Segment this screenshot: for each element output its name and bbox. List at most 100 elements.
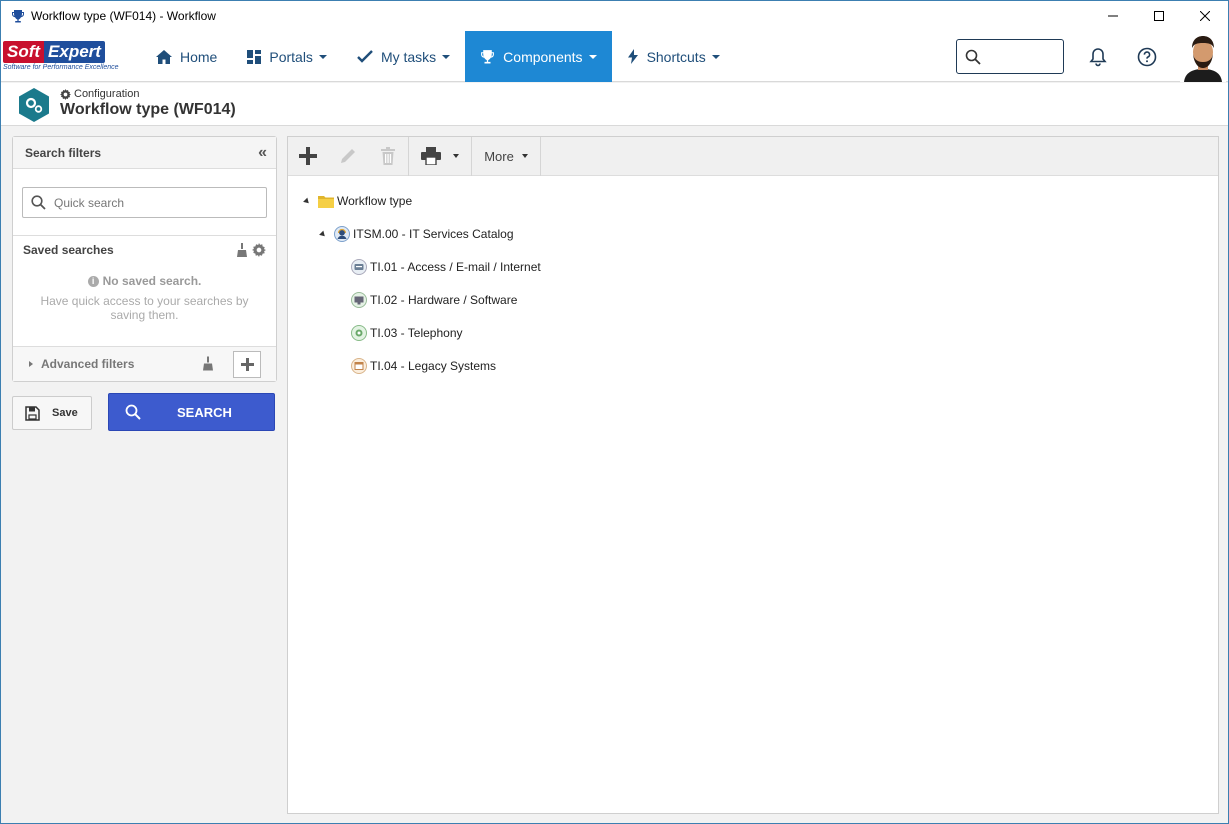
page-header: Configuration Workflow type (WF014) [1,83,1228,126]
more-button[interactable]: More [472,137,540,176]
tree-node-ti04[interactable]: TI.04 - Legacy Systems [351,356,496,376]
nav-my-tasks[interactable]: My tasks [342,31,465,82]
chevron-down-icon [453,154,459,158]
save-label: Save [52,407,78,419]
help-icon [1137,47,1157,66]
gear-icon [60,88,71,100]
user-avatar[interactable] [1180,31,1226,82]
pencil-icon [341,149,355,163]
page-title: Workflow type (WF014) [60,101,236,118]
tree-node-label: TI.03 - Telephony [370,326,463,340]
access-icon [351,259,367,275]
delete-button[interactable] [368,137,408,176]
window-controls [1090,1,1228,31]
legacy-icon [351,358,367,374]
chevron-down-icon [318,54,327,59]
search-label: SEARCH [177,404,232,420]
advanced-filters-label: Advanced filters [41,357,135,371]
support-agent-icon [334,226,350,242]
logo-expert: Expert [44,41,105,63]
tree-node-root[interactable]: Workflow type [303,191,413,211]
search-filters-panel: Search filters « Quick search Saved sear… [12,136,277,382]
tree-node-ti02[interactable]: TI.02 - Hardware / Software [351,290,517,310]
no-saved-search-message: i No saved search. [13,274,276,288]
add-filter-button[interactable] [233,351,261,378]
tree-node-group[interactable]: ITSM.00 - IT Services Catalog [319,224,514,244]
info-icon: i [87,275,99,287]
chevron-down-icon [521,154,528,158]
close-button[interactable] [1182,1,1228,31]
maximize-button[interactable] [1136,1,1182,31]
search-icon [965,49,981,65]
notifications-button[interactable] [1082,41,1114,73]
bolt-icon [627,49,639,64]
nav-components[interactable]: Components [465,31,612,82]
collapse-arrow-icon[interactable] [319,230,327,238]
tree-node-label: TI.02 - Hardware / Software [370,293,518,307]
plus-icon [299,147,317,165]
quick-search-input[interactable]: Quick search [22,187,267,218]
global-search-input[interactable] [956,39,1064,74]
close-icon [1200,11,1210,21]
main-content: More Workflow type ITSM.00 - IT Services… [287,136,1219,814]
nav-right [956,31,1228,82]
gear-icon[interactable] [252,242,266,257]
breadcrumb-label: Configuration [74,88,140,100]
bell-icon [1089,47,1107,66]
add-button[interactable] [288,137,328,176]
home-icon [156,49,172,64]
expand-arrow-icon [29,361,33,367]
nav-shortcuts-label: Shortcuts [646,48,706,65]
app-window: Workflow type (WF014) - Workflow Soft Ex… [0,0,1229,824]
minimize-icon [1108,15,1118,17]
search-filters-header: Search filters « [13,137,276,169]
configuration-hex-icon [19,88,49,122]
tree-node-ti03[interactable]: TI.03 - Telephony [351,323,463,343]
nav-portals-label: Portals [269,48,313,65]
toolbar: More [288,136,1218,176]
logo-badge: Soft Expert [3,41,129,63]
print-button[interactable] [409,137,471,176]
nav-portals[interactable]: Portals [232,31,342,82]
portals-icon [247,49,262,64]
broom-icon[interactable] [236,242,248,257]
floppy-disk-icon [25,405,40,421]
collapse-arrow-icon[interactable] [303,197,311,205]
search-button[interactable]: SEARCH [108,393,275,431]
tree-node-label: TI.01 - Access / E-mail / Internet [370,260,541,274]
search-icon [31,195,46,210]
quick-search-placeholder: Quick search [54,195,125,210]
maximize-icon [1154,11,1164,21]
broom-icon[interactable] [202,356,214,371]
tree-node-label: ITSM.00 - IT Services Catalog [353,227,514,241]
chevron-down-icon [711,54,720,59]
trophy-icon [480,49,495,64]
search-filters-title: Search filters [25,145,102,160]
search-icon [125,404,141,420]
tree-node-ti01[interactable]: TI.01 - Access / E-mail / Internet [351,257,541,277]
title-bar: Workflow type (WF014) - Workflow [1,1,1228,31]
nav-shortcuts[interactable]: Shortcuts [612,31,735,82]
saved-searches-title: Saved searches [23,242,114,257]
trash-icon [381,147,395,165]
collapse-panel-icon[interactable]: « [258,144,267,162]
chevron-down-icon [442,54,451,59]
monitor-icon [351,292,367,308]
plus-icon [240,358,254,371]
telephony-icon [351,325,367,341]
save-search-button[interactable]: Save [12,396,92,430]
folder-icon [318,193,334,209]
top-navbar: Soft Expert Software for Performance Exc… [1,31,1228,82]
minimize-button[interactable] [1090,1,1136,31]
edit-button[interactable] [328,137,368,176]
softexpert-logo[interactable]: Soft Expert Software for Performance Exc… [3,39,133,77]
tree-node-label: TI.04 - Legacy Systems [370,359,497,373]
breadcrumb: Configuration [60,88,139,100]
nav-home[interactable]: Home [141,31,232,82]
saved-searches-header: Saved searches [13,235,276,263]
tree-node-label: Workflow type [337,194,413,208]
saved-searches-actions [236,242,266,257]
advanced-filters-row[interactable]: Advanced filters [13,346,276,381]
saved-search-hint: Have quick access to your searches by sa… [40,294,249,322]
help-button[interactable] [1131,41,1163,73]
